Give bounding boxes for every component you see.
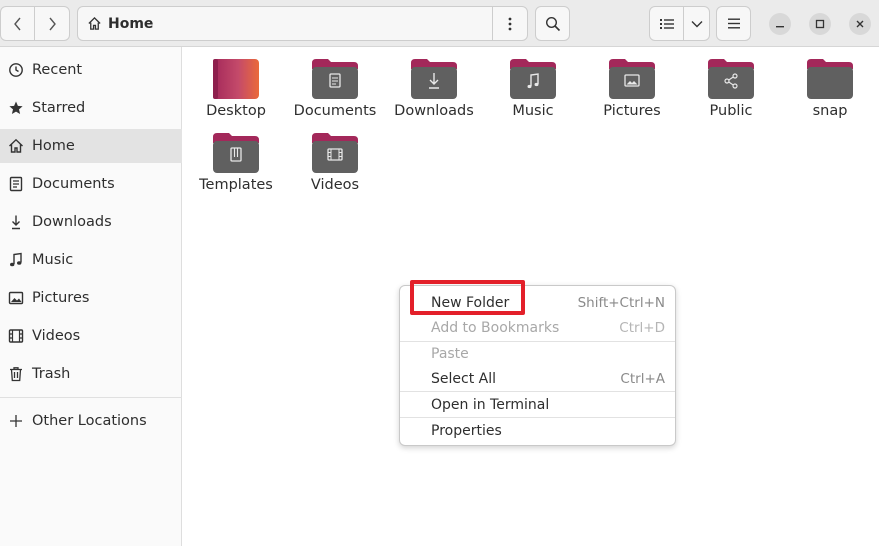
sidebar-item-downloads[interactable]: Downloads (0, 205, 182, 239)
templates-folder-icon (213, 133, 259, 173)
document-icon (8, 176, 24, 192)
sidebar-item-label: Music (32, 252, 74, 268)
folder-label: Documents (293, 103, 377, 119)
chevron-right-icon (49, 17, 56, 30)
picture-icon (8, 290, 24, 306)
folder-label: Videos (310, 177, 360, 193)
folder-item-pictures[interactable]: Pictures (579, 47, 678, 119)
search-button[interactable] (535, 6, 570, 41)
sidebar: Recent Starred Home Documents Downloads … (0, 47, 182, 546)
sidebar-item-label: Other Locations (32, 413, 147, 429)
menu-item-label: Select All (431, 370, 496, 387)
menu-item-shortcut: Ctrl+A (620, 370, 665, 387)
menu-item-label: Add to Bookmarks (431, 319, 560, 336)
sidebar-item-starred[interactable]: Starred (0, 91, 182, 125)
sidebar-item-videos[interactable]: Videos (0, 319, 182, 353)
folder-label: Public (709, 103, 753, 119)
vertical-dots-icon (508, 17, 512, 30)
film-icon (8, 328, 24, 344)
sidebar-item-label: Trash (32, 366, 71, 382)
list-view-icon (659, 18, 674, 29)
sidebar-item-label: Documents (32, 176, 115, 192)
sidebar-item-music[interactable]: Music (0, 243, 182, 277)
sidebar-divider (0, 397, 182, 398)
folder-label: Desktop (206, 103, 266, 119)
sidebar-item-other-locations[interactable]: Other Locations (0, 404, 182, 438)
folder-item-videos[interactable]: Videos (282, 121, 381, 193)
public-folder-icon (708, 59, 754, 99)
menu-item-shortcut: Shift+Ctrl+N (577, 294, 665, 311)
clock-icon (8, 62, 24, 78)
sidebar-item-label: Starred (32, 100, 86, 116)
path-current-label: Home (108, 15, 154, 32)
minimize-button[interactable] (769, 13, 791, 35)
folder-item-desktop[interactable]: Desktop (183, 47, 282, 119)
header-bar: Home (0, 0, 879, 47)
chevron-down-icon (691, 20, 702, 27)
sidebar-item-label: Videos (32, 328, 81, 344)
close-icon (856, 20, 864, 28)
folder-item-documents[interactable]: Documents (282, 47, 381, 119)
minimize-icon (776, 26, 784, 28)
sidebar-item-label: Downloads (32, 214, 112, 230)
path-bar[interactable]: Home (77, 6, 493, 41)
desktop-folder-icon (213, 59, 259, 99)
folder-item-snap[interactable]: snap (777, 47, 876, 119)
folder-item-templates[interactable]: Templates (183, 121, 282, 193)
maximize-button[interactable] (809, 13, 831, 35)
folder-item-downloads[interactable]: Downloads (381, 47, 480, 119)
sidebar-item-pictures[interactable]: Pictures (0, 281, 182, 315)
menu-item-open-in-terminal[interactable]: Open in Terminal (400, 392, 675, 417)
menu-item-add-to-bookmarks[interactable]: Add to Bookmarks Ctrl+D (400, 315, 675, 340)
sidebar-item-label: Home (32, 138, 75, 154)
trash-icon (8, 366, 24, 382)
menu-item-paste[interactable]: Paste (400, 341, 675, 366)
home-icon (88, 16, 101, 30)
close-button[interactable] (849, 13, 871, 35)
folder-label: snap (812, 103, 848, 119)
chevron-left-icon (13, 17, 21, 30)
pictures-folder-icon (609, 59, 655, 99)
folder-label: Templates (199, 177, 273, 193)
music-note-icon (8, 252, 24, 268)
list-view-button[interactable] (649, 6, 684, 41)
music-folder-icon (510, 59, 556, 99)
view-options-dropdown[interactable] (683, 6, 710, 41)
main-menu-button[interactable] (716, 6, 751, 41)
back-button[interactable] (0, 6, 35, 41)
folder-item-music[interactable]: Music (480, 47, 579, 119)
documents-folder-icon (312, 59, 358, 99)
hamburger-menu-icon (727, 18, 740, 29)
folder-label: Downloads (394, 103, 474, 119)
folder-item-public[interactable]: Public (678, 47, 777, 119)
home-icon (8, 138, 24, 154)
sidebar-item-recent[interactable]: Recent (0, 53, 182, 87)
star-icon (8, 100, 24, 116)
download-icon (8, 214, 24, 230)
folder-label: Pictures (603, 103, 661, 119)
menu-item-label: Open in Terminal (431, 396, 550, 413)
menu-item-select-all[interactable]: Select All Ctrl+A (400, 366, 675, 391)
sidebar-item-label: Recent (32, 62, 83, 78)
highlight-annotation (410, 280, 525, 315)
sidebar-item-trash[interactable]: Trash (0, 357, 182, 391)
menu-item-label: Paste (431, 345, 469, 362)
menu-item-shortcut: Ctrl+D (619, 319, 665, 336)
sidebar-item-documents[interactable]: Documents (0, 167, 182, 201)
videos-folder-icon (312, 133, 358, 173)
sidebar-item-label: Pictures (32, 290, 90, 306)
menu-item-label: Properties (431, 422, 502, 439)
folder-label: Music (512, 103, 554, 119)
path-menu-button[interactable] (492, 6, 528, 41)
sidebar-item-home[interactable]: Home (0, 129, 182, 163)
plus-icon (8, 413, 24, 429)
forward-button[interactable] (34, 6, 70, 41)
folder-icon (807, 59, 853, 99)
downloads-folder-icon (411, 59, 457, 99)
menu-item-properties[interactable]: Properties (400, 418, 675, 443)
search-icon (545, 16, 560, 31)
maximize-icon (815, 19, 825, 29)
